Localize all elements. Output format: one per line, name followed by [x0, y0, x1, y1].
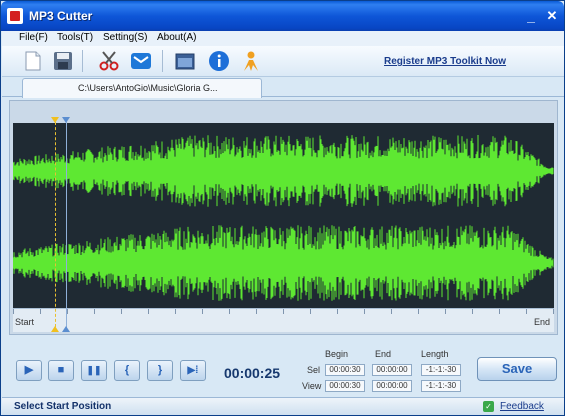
- file-tab[interactable]: C:\Users\AntoGio\Music\Gloria G...: [22, 78, 262, 98]
- save-button[interactable]: Save: [477, 357, 557, 381]
- timeline-tick: [499, 309, 500, 314]
- timeline-tick: [256, 309, 257, 314]
- menu-tools[interactable]: Tools(T): [57, 32, 93, 43]
- sel-begin-field[interactable]: 00:00:30: [325, 364, 365, 376]
- toolbar: Register MP3 Toolkit Now: [2, 46, 564, 77]
- play-button[interactable]: ▶: [16, 360, 42, 381]
- timeline-tick: [121, 309, 122, 314]
- menu-file[interactable]: File(F): [19, 32, 48, 43]
- timeline-start-label: Start: [15, 317, 35, 327]
- set-begin-button[interactable]: {: [114, 360, 140, 381]
- menu-setting[interactable]: Setting(S): [103, 32, 147, 43]
- status-bar: Select Start Position ✓ Feedback: [2, 397, 564, 415]
- view-length-field[interactable]: -1:-1:-30: [421, 380, 461, 392]
- sel-row-label: Sel: [307, 365, 321, 375]
- timeline-tick: [418, 309, 419, 314]
- timeline-tick: [40, 309, 41, 314]
- timeline-tick: [310, 309, 311, 314]
- timeline-tick: [391, 309, 392, 314]
- timeline-tick: [202, 309, 203, 314]
- timeline-tick: [526, 309, 527, 314]
- title-bar[interactable]: MP3 Cutter _ ✕: [1, 1, 564, 31]
- feedback-icon: ✓: [483, 401, 494, 412]
- timeline-tick: [229, 309, 230, 314]
- mail-icon[interactable]: [130, 50, 152, 72]
- feedback-link[interactable]: Feedback: [500, 401, 544, 412]
- view-begin-field[interactable]: 00:00:30: [325, 380, 365, 392]
- timeline-tick: [364, 309, 365, 314]
- scissors-icon[interactable]: [98, 50, 120, 72]
- pause-button[interactable]: ❚❚: [81, 360, 107, 381]
- timeline-tick: [337, 309, 338, 314]
- timeline-tick: [13, 309, 14, 314]
- window-title: MP3 Cutter: [29, 9, 93, 23]
- waveform-channel: [13, 225, 554, 301]
- timeline-tick: [553, 309, 554, 314]
- control-bar: ▶ ■ ❚❚ { } ▶⁞ 00:00:25 Begin End Length …: [2, 339, 564, 397]
- timeline-tick: [472, 309, 473, 314]
- end-marker-handle-bottom[interactable]: [62, 326, 70, 332]
- stop-button[interactable]: ■: [48, 360, 74, 381]
- view-row-label: View: [302, 381, 322, 391]
- info-icon[interactable]: [208, 50, 230, 72]
- save-icon[interactable]: [52, 50, 74, 72]
- length-header: Length: [421, 349, 449, 359]
- play-selection-button[interactable]: ▶⁞: [180, 360, 206, 381]
- file-tabstrip: C:\Users\AntoGio\Music\Gloria G...: [2, 77, 564, 98]
- app-logo-icon: [7, 8, 23, 24]
- window-icon[interactable]: [174, 50, 196, 72]
- new-file-icon[interactable]: [22, 50, 44, 72]
- close-button[interactable]: ✕: [544, 9, 560, 25]
- waveform-channel: [13, 135, 554, 207]
- menu-bar: File(F) Tools(T) Setting(S) About(A): [2, 31, 564, 46]
- begin-header: Begin: [325, 349, 349, 359]
- start-marker-handle-bottom[interactable]: [51, 326, 59, 332]
- minimize-button[interactable]: _: [523, 9, 539, 25]
- start-marker-line[interactable]: [55, 117, 56, 332]
- timeline-tick: [148, 309, 149, 314]
- end-marker-line[interactable]: [66, 117, 67, 332]
- sel-end-field[interactable]: 00:00:00: [372, 364, 412, 376]
- timeline-end-label: End: [533, 317, 550, 327]
- register-link[interactable]: Register MP3 Toolkit Now: [384, 56, 506, 67]
- end-marker-handle-top[interactable]: [62, 117, 70, 123]
- waveform-panel[interactable]: Start End: [9, 100, 558, 335]
- start-marker-handle-top[interactable]: [51, 117, 59, 123]
- timeline-tick: [94, 309, 95, 314]
- view-end-field[interactable]: 00:00:00: [372, 380, 412, 392]
- set-end-button[interactable]: }: [147, 360, 173, 381]
- toolbar-separator: [162, 50, 163, 72]
- timeline-tick: [283, 309, 284, 314]
- timeline-tick: [175, 309, 176, 314]
- timeline-ruler[interactable]: Start End: [13, 308, 554, 332]
- menu-about[interactable]: About(A): [157, 32, 196, 43]
- app-window: MP3 Cutter _ ✕ File(F) Tools(T) Setting(…: [0, 0, 565, 416]
- timeline-tick: [445, 309, 446, 314]
- toolbar-separator: [82, 50, 83, 72]
- waveform[interactable]: [13, 123, 554, 308]
- current-time: 00:00:25: [224, 365, 281, 381]
- status-message: Select Start Position: [14, 401, 112, 412]
- end-header: End: [375, 349, 392, 359]
- timeline-tick: [67, 309, 68, 314]
- person-icon[interactable]: [240, 50, 262, 72]
- sel-length-field[interactable]: -1:-1:-30: [421, 364, 461, 376]
